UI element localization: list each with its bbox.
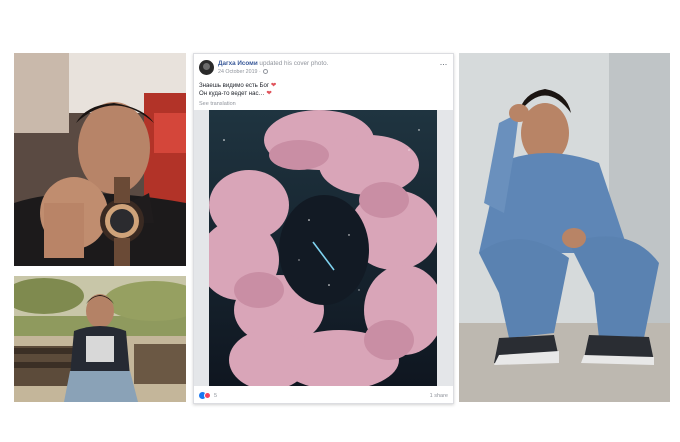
- globe-icon: [263, 69, 269, 75]
- post-text-line-1-text: Знаешь видимо есть Бог: [199, 82, 270, 89]
- post-text-line-2: Он куда-то ведет нас… ❤: [199, 90, 276, 98]
- photo-man-on-bench: [14, 276, 186, 402]
- heart-emoji-icon: ❤: [270, 82, 277, 89]
- more-options-icon[interactable]: ···: [440, 60, 448, 69]
- heart-emoji-icon: ❤: [266, 90, 272, 98]
- facebook-post: Дагха Исоми updated his cover photo. 24 …: [193, 53, 454, 404]
- avatar[interactable]: [199, 60, 214, 75]
- post-date[interactable]: 24 October 2019: [218, 69, 257, 75]
- love-reaction-icon: [204, 392, 211, 399]
- post-text: Знаешь видимо есть Бог ❤ Он куда-то веде…: [199, 82, 276, 98]
- date-separator: ·: [257, 69, 263, 75]
- post-header: Дагха Исоми updated his cover photo. 24 …: [199, 58, 447, 78]
- cover-photo-area: [194, 110, 453, 386]
- author-name[interactable]: Дагха Исоми: [218, 60, 258, 67]
- post-author-line: Дагха Исоми updated his cover photo.: [218, 60, 328, 67]
- post-action: updated his cover photo.: [257, 60, 329, 67]
- shares-count[interactable]: 1 share: [430, 393, 448, 399]
- post-text-line-2-text: Он куда-то ведет нас…: [199, 90, 265, 98]
- cover-photo-pink-clouds[interactable]: [209, 110, 437, 386]
- post-text-line-1: Знаешь видимо есть Бог ❤: [199, 82, 276, 90]
- see-translation-link[interactable]: See translation: [199, 101, 236, 107]
- photo-man-in-denim: [459, 53, 670, 402]
- photo-man-with-watch: [14, 53, 186, 266]
- post-date-line: 24 October 2019 ·: [218, 69, 269, 75]
- reactions-count[interactable]: 5: [214, 393, 217, 399]
- post-footer: 5 1 share: [199, 392, 448, 401]
